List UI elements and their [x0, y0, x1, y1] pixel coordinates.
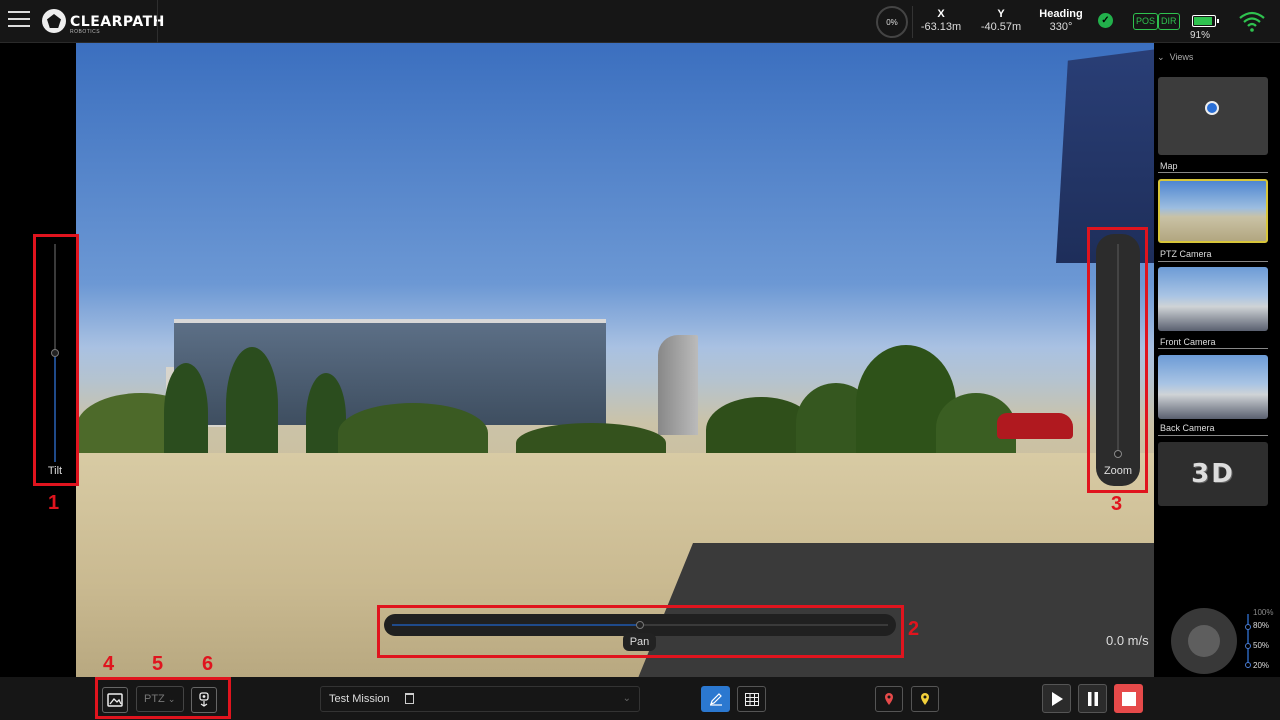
annotation-number-5: 5	[152, 653, 164, 675]
view-label-front: Front Camera	[1160, 337, 1216, 347]
chevron-down-icon: ⌄	[1157, 52, 1165, 62]
view-label-back: Back Camera	[1160, 423, 1215, 433]
view-label-ptz: PTZ Camera	[1160, 249, 1212, 259]
x-label: X	[937, 8, 945, 20]
joystick-handle[interactable]	[1188, 625, 1220, 657]
pencil-icon	[709, 693, 722, 706]
view-map[interactable]	[1158, 77, 1268, 155]
mission-name: Test Mission	[329, 693, 390, 705]
brand-sub: ROBOTICS	[70, 29, 101, 35]
pos-badge: POS	[1133, 13, 1159, 30]
annotation-number-6: 6	[202, 653, 214, 675]
top-bar: CLEARPATH ROBOTICS 0% X -63.13m Y -40.57…	[0, 0, 1280, 43]
pause-button[interactable]	[1078, 684, 1107, 713]
x-value: -63.13m	[920, 21, 962, 33]
stop-icon	[1121, 691, 1136, 706]
annotation-number-2: 2	[908, 618, 920, 640]
annotation-box-2	[377, 605, 904, 658]
x-position: X -63.13m	[918, 8, 964, 34]
play-icon	[1051, 691, 1063, 706]
speed-scale-track	[1247, 614, 1249, 668]
map-pin-red-icon	[885, 693, 893, 705]
view-3d[interactable]: 3D	[1158, 442, 1268, 506]
feed-trees	[76, 343, 1204, 463]
logo-mark-icon	[42, 9, 66, 33]
annotation-number-4: 4	[103, 653, 115, 675]
edit-mission-button[interactable]	[701, 686, 730, 712]
check-icon: ✓	[1098, 13, 1113, 28]
view-back-camera[interactable]	[1158, 355, 1268, 419]
annotation-number-3: 3	[1111, 493, 1123, 515]
feed-car	[997, 413, 1073, 439]
divider	[1158, 348, 1268, 349]
pause-icon	[1087, 691, 1098, 706]
views-header[interactable]: ⌄ Views	[1157, 52, 1193, 63]
heading-label: Heading	[1039, 8, 1083, 20]
annotation-number-1: 1	[48, 492, 60, 514]
table-icon	[744, 692, 759, 706]
map-pin-yellow-icon	[921, 693, 929, 705]
speed-tick[interactable]: 100%	[1253, 608, 1273, 617]
speed-tick[interactable]: 20%	[1253, 661, 1269, 670]
drive-joystick[interactable]	[1171, 608, 1237, 674]
grid-view-button[interactable]	[737, 686, 766, 712]
play-button[interactable]	[1042, 684, 1071, 713]
trash-icon[interactable]	[405, 693, 414, 704]
speed-option-dot[interactable]	[1245, 662, 1251, 668]
annotation-box-1	[33, 234, 79, 486]
battery-icon	[1192, 15, 1219, 27]
mission-progress-indicator: 0%	[876, 6, 908, 38]
mission-select[interactable]: Test Mission ⌄	[320, 686, 640, 712]
chevron-down-icon: ⌄	[622, 693, 631, 704]
stop-button[interactable]	[1114, 684, 1143, 713]
clearpath-logo: CLEARPATH ROBOTICS	[42, 8, 165, 36]
battery-fill	[1194, 17, 1213, 25]
annotation-box-4-6	[95, 677, 231, 719]
add-poi-button[interactable]	[911, 686, 939, 712]
wifi-icon	[1239, 11, 1265, 32]
view-ptz-camera[interactable]	[1158, 179, 1268, 243]
brand-name: CLEARPATH	[70, 14, 165, 30]
speed-tick[interactable]: 50%	[1253, 641, 1269, 650]
dir-badge: DIR	[1158, 13, 1180, 30]
speed-tick[interactable]: 80%	[1253, 621, 1269, 630]
divider	[1158, 435, 1268, 436]
menu-icon[interactable]	[8, 11, 30, 31]
speed-readout: 0.0 m/s	[1106, 633, 1149, 648]
y-position: Y -40.57m	[978, 8, 1024, 34]
heading-value: 330°	[1049, 21, 1073, 33]
speed-limit-scale[interactable]: 100% 80% 50% 20%	[1245, 608, 1279, 672]
divider	[1158, 261, 1268, 262]
robot-location-icon	[1205, 101, 1219, 115]
add-waypoint-button[interactable]	[875, 686, 903, 712]
speed-option-dot[interactable]	[1245, 643, 1251, 649]
view-front-camera[interactable]	[1158, 267, 1268, 331]
heading: Heading 330°	[1036, 8, 1086, 34]
y-label: Y	[997, 8, 1005, 20]
ptz-camera-feed[interactable]	[76, 43, 1204, 677]
divider	[912, 6, 913, 38]
annotation-box-3	[1087, 227, 1148, 493]
divider	[1158, 172, 1268, 173]
speed-option-dot[interactable]	[1245, 624, 1251, 630]
y-value: -40.57m	[980, 21, 1022, 33]
divider	[157, 0, 158, 43]
battery-percent: 91%	[1190, 30, 1211, 41]
view-label-map: Map	[1160, 161, 1178, 171]
views-title: Views	[1169, 52, 1194, 62]
